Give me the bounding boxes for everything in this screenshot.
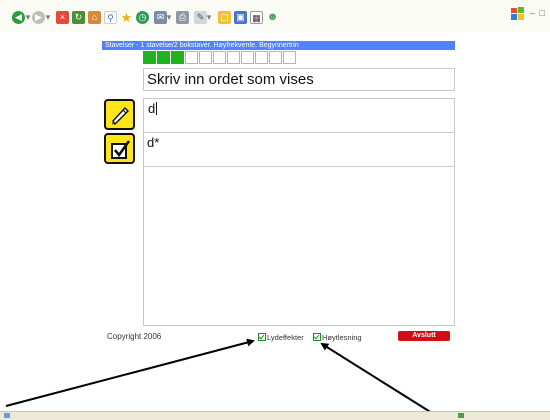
page-status-icon xyxy=(4,413,10,418)
annotation-arrows xyxy=(5,338,433,414)
zone-status-icon xyxy=(458,413,464,418)
annotation-arrow-right xyxy=(320,342,433,414)
annotation-arrow-left xyxy=(5,338,255,407)
